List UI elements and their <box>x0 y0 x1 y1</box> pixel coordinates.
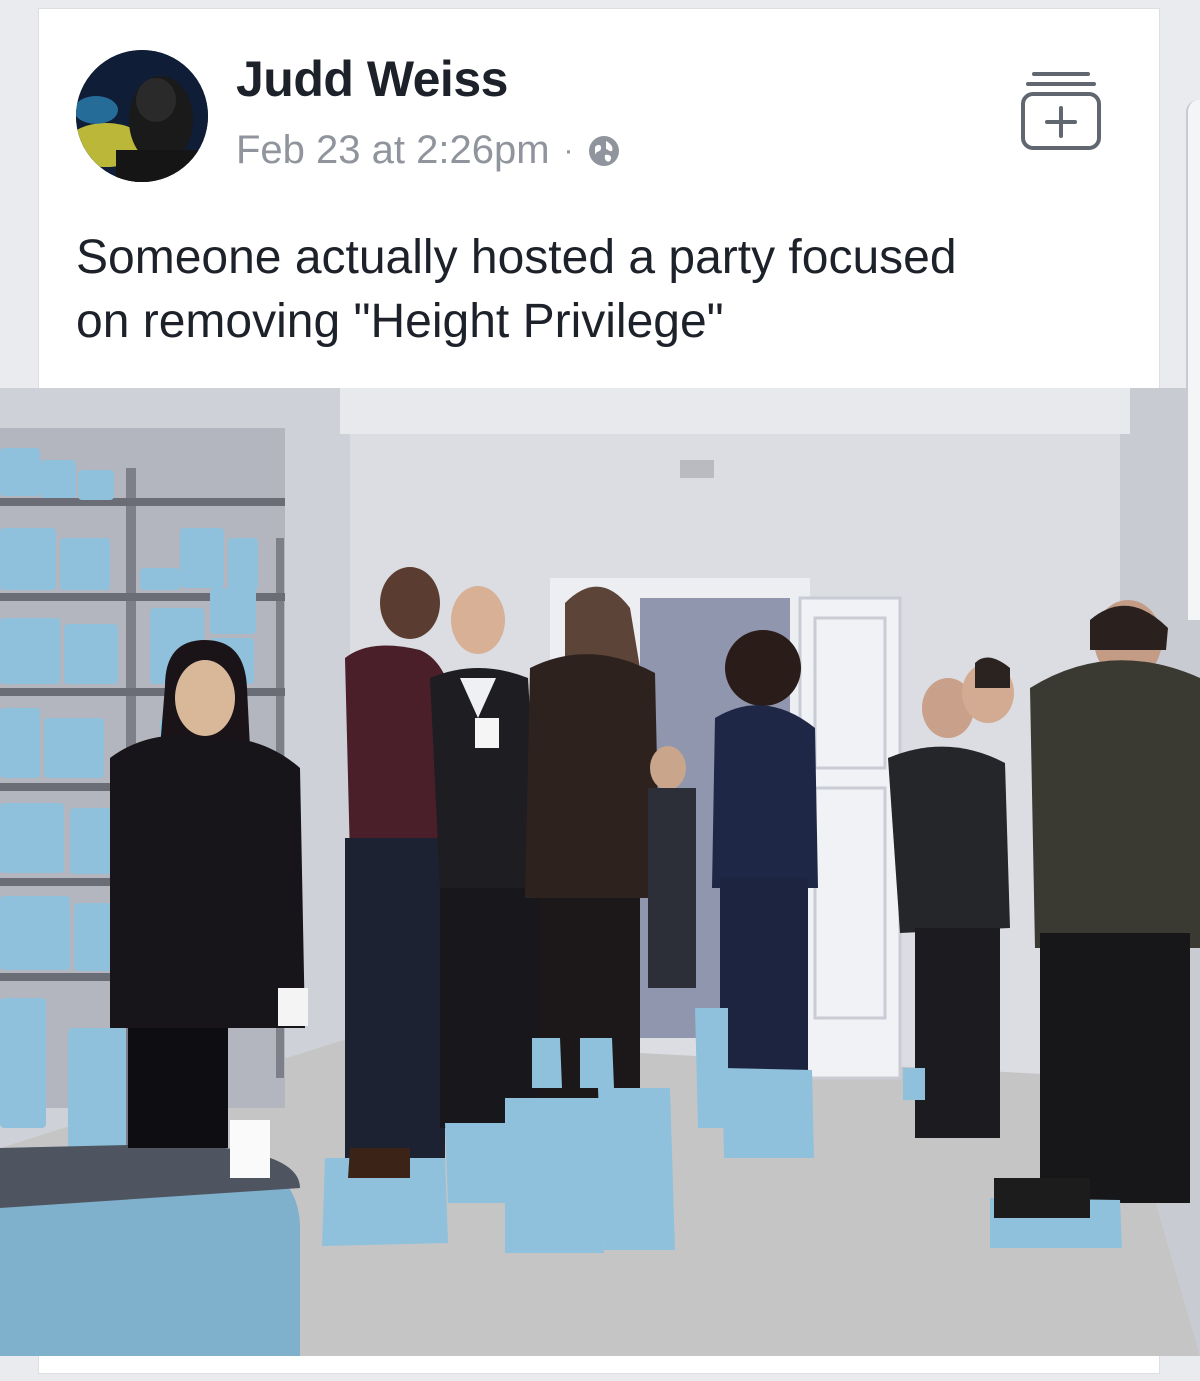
scroll-indicator[interactable] <box>1186 100 1200 620</box>
party-photo-illustration <box>0 388 1200 1356</box>
globe-icon[interactable] <box>586 133 622 169</box>
meta-separator: · <box>563 133 574 167</box>
post-timestamp[interactable]: Feb 23 at 2:26pm <box>236 128 550 173</box>
post-text: Someone actually hosted a party focused … <box>76 231 957 348</box>
post-photo[interactable] <box>0 388 1200 1356</box>
feed-page: Judd Weiss Feb 23 at 2:26pm · Someone ac… <box>0 0 1200 1381</box>
author-name[interactable]: Judd Weiss <box>236 50 508 108</box>
avatar-image <box>76 50 208 182</box>
post-meta: Feb 23 at 2:26pm · <box>236 128 622 173</box>
save-plus-icon[interactable] <box>1020 66 1102 152</box>
author-avatar[interactable] <box>76 50 208 182</box>
